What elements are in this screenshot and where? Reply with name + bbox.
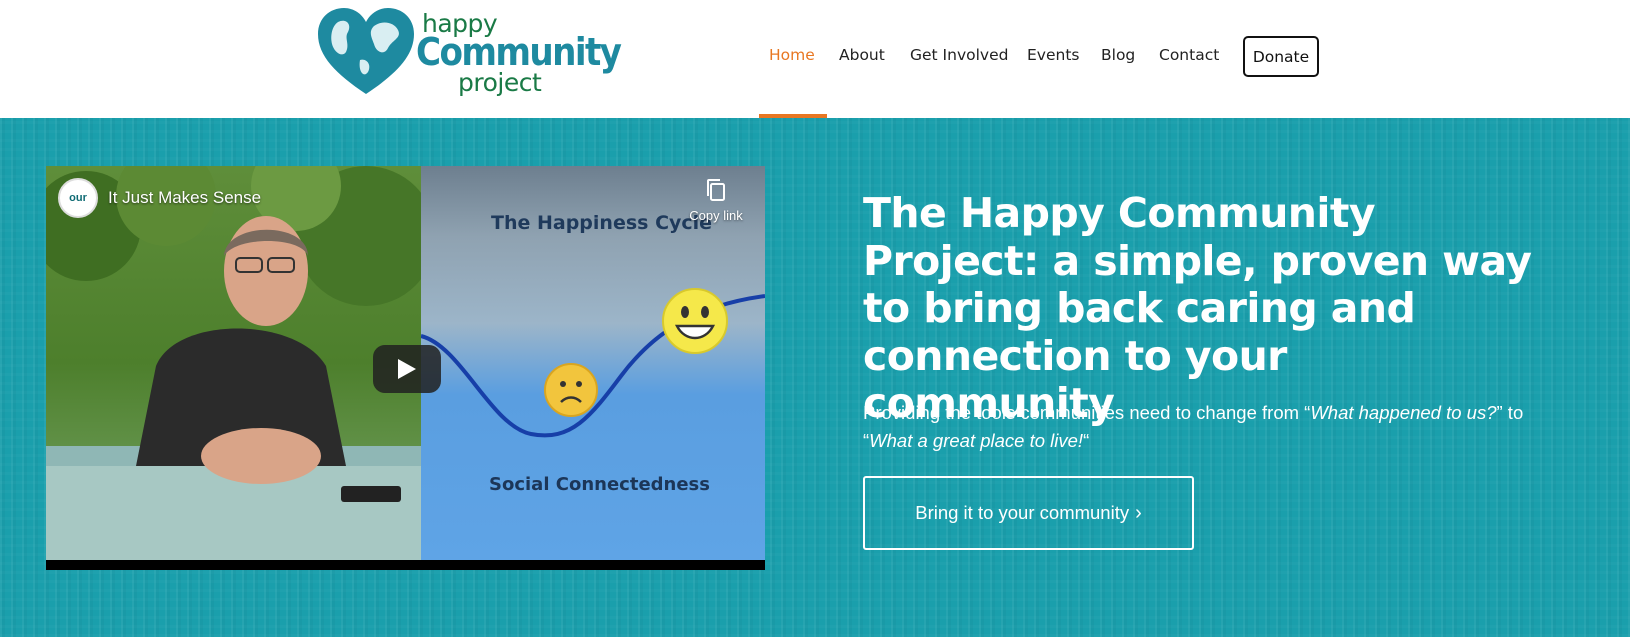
video-title-bar: our It Just Makes Sense [58, 178, 261, 218]
nav-home[interactable]: Home [769, 46, 815, 64]
cta-label: Bring it to your community [915, 502, 1130, 523]
nav-events[interactable]: Events [1027, 46, 1079, 64]
site-header: happy Community project Home About Get I… [0, 0, 1630, 118]
copy-link-label: Copy link [689, 208, 743, 223]
hero-subline: Providing the tools communities need to … [863, 399, 1553, 455]
video-thumbnail-person [46, 166, 436, 560]
video-player[interactable]: The Happiness Cycle Social Connectedness… [46, 166, 765, 570]
hero-headline: The Happy Community Project: a simple, p… [863, 189, 1532, 427]
sad-face-icon [544, 363, 598, 417]
bring-it-button[interactable]: Bring it to your community › [863, 476, 1194, 550]
play-icon [398, 359, 416, 379]
nav-get-involved[interactable]: Get Involved [910, 46, 1008, 64]
smiley-face-icon [662, 288, 728, 354]
nav-about[interactable]: About [839, 46, 885, 64]
subline-quote-1: What happened to us? [1310, 402, 1497, 423]
copy-link-button[interactable]: Copy link [676, 178, 756, 223]
video-slide: The Happiness Cycle Social Connectedness [421, 166, 765, 560]
main-nav: Home About Get Involved Events Blog Cont… [0, 0, 1630, 118]
subline-suffix: “ [1083, 430, 1090, 451]
donate-button[interactable]: Donate [1243, 36, 1319, 77]
nav-contact[interactable]: Contact [1159, 46, 1219, 64]
video-title[interactable]: It Just Makes Sense [108, 188, 261, 208]
nav-blog[interactable]: Blog [1101, 46, 1135, 64]
chevron-right-icon: › [1135, 501, 1142, 524]
subline-prefix: Providing the tools communities need to … [863, 402, 1311, 423]
subline-quote-2: What a great place to live! [869, 430, 1084, 451]
slide-caption: Social Connectedness [489, 474, 710, 495]
channel-avatar[interactable]: our [58, 178, 98, 218]
copy-icon [707, 179, 725, 201]
play-button[interactable] [373, 345, 441, 393]
video-control-bar [46, 560, 765, 570]
